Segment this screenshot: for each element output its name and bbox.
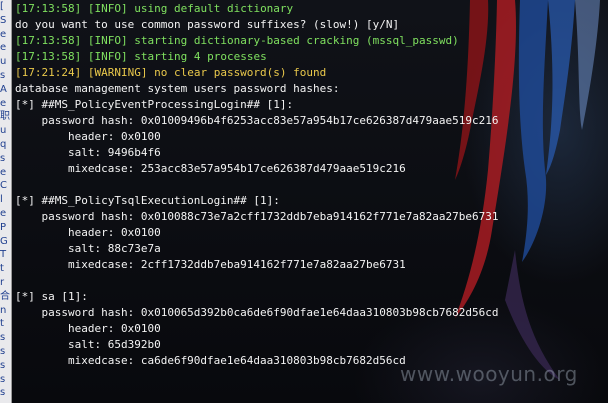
background-window-glyph: s: [0, 70, 6, 81]
background-window-glyph: s: [0, 359, 6, 371]
output-text: mixedcase: ca6de6f90dfae1e64daa310803b98…: [15, 354, 406, 367]
background-window-glyph: t: [0, 263, 4, 275]
terminal-line: salt: 88c73e7a: [15, 241, 605, 257]
terminal-line: [17:13:58] [INFO] starting dictionary-ba…: [15, 33, 605, 49]
output-text: [*] ##MS_PolicyEventProcessingLogin## [1…: [15, 98, 294, 111]
terminal-line: [*] sa [1]:: [15, 289, 605, 305]
background-window-glyph: u: [0, 125, 7, 137]
log-timestamp: [17:13:58]: [15, 2, 82, 15]
background-window-glyph: e: [0, 97, 7, 109]
background-window-glyph: 合: [0, 290, 10, 302]
log-message: starting dictionary-based cracking (mssq…: [134, 34, 459, 47]
terminal-line: password hash: 0x010088c73e7a2cff1732ddb…: [15, 209, 605, 225]
background-window-edge: [Se e u s Ae 职 u q s e Cl e P G Tt r 合 n t s s s s s: [0, 0, 12, 403]
background-window-glyph: [: [0, 1, 4, 12]
output-text: [*] ##MS_PolicyTsqlExecutionLogin## [1]:: [15, 194, 280, 207]
background-window-glyph: q: [0, 139, 7, 150]
terminal-line: mixedcase: 2cff1732ddb7eba914162f771e7a8…: [15, 257, 605, 273]
terminal-line: [*] ##MS_PolicyTsqlExecutionLogin## [1]:: [15, 193, 605, 209]
terminal-line: header: 0x0100: [15, 225, 605, 241]
terminal-line: header: 0x0100: [15, 129, 605, 145]
log-level-info: [INFO]: [87, 50, 128, 63]
background-window-glyph: e: [0, 28, 7, 40]
background-window-glyph: C: [0, 180, 7, 192]
background-window-glyph: S: [0, 14, 7, 26]
terminal-line: salt: 9496b4f6: [15, 145, 605, 161]
log-level-warning: [WARNING]: [87, 66, 148, 79]
watermark: www.wooyun.org: [400, 362, 578, 386]
background-window-glyph: T: [0, 249, 7, 261]
output-text: header: 0x0100: [15, 130, 161, 143]
background-window-glyph: s: [0, 387, 6, 399]
background-window-glyph: 职: [0, 111, 10, 123]
terminal-line: header: 0x0100: [15, 321, 605, 337]
output-text: do you want to use common password suffi…: [15, 18, 400, 31]
terminal-line: password hash: 0x01009496b4f6253acc83e57…: [15, 113, 605, 129]
background-window-glyph: u: [0, 56, 7, 68]
output-text: salt: 65d392b0: [15, 338, 161, 351]
terminal-line: [17:13:58] [INFO] using default dictiona…: [15, 1, 605, 17]
output-text: [*] sa [1]:: [15, 290, 88, 303]
background-window-glyph: l: [0, 194, 3, 206]
background-window-glyph: s: [0, 152, 6, 164]
output-text: password hash: 0x010088c73e7a2cff1732ddb…: [15, 210, 499, 223]
terminal-line: [17:21:24] [WARNING] no clear password(s…: [15, 65, 605, 81]
background-window-glyph: r: [0, 277, 5, 288]
output-text: password hash: 0x01009496b4f6253acc83e57…: [15, 114, 499, 127]
output-text: salt: 9496b4f6: [15, 146, 161, 159]
output-text: mixedcase: 2cff1732ddb7eba914162f771e7a8…: [15, 258, 406, 271]
terminal-line: [*] ##MS_PolicyEventProcessingLogin## [1…: [15, 97, 605, 113]
terminal-line: do you want to use common password suffi…: [15, 17, 605, 33]
background-window-glyph: n: [0, 304, 7, 316]
output-text: password hash: 0x010065d392b0ca6de6f90df…: [15, 306, 499, 319]
terminal-line: password hash: 0x010065d392b0ca6de6f90df…: [15, 305, 605, 321]
terminal-line: [17:13:58] [INFO] starting 4 processes: [15, 49, 605, 65]
background-window-glyph: e: [0, 166, 7, 178]
output-text: mixedcase: 253acc83e57a954b17ce626387d47…: [15, 162, 406, 175]
output-text: database management system users passwor…: [15, 82, 340, 95]
terminal-output[interactable]: [17:13:58] [INFO] using default dictiona…: [15, 1, 605, 373]
terminal-line: database management system users passwor…: [15, 81, 605, 97]
log-message: using default dictionary: [134, 2, 294, 15]
output-text: salt: 88c73e7a: [15, 242, 161, 255]
output-text: header: 0x0100: [15, 226, 161, 239]
background-window-glyph: e: [0, 42, 7, 54]
log-timestamp: [17:21:24]: [15, 66, 82, 79]
background-window-glyph: e: [0, 208, 7, 219]
background-window-glyph: s: [0, 332, 6, 344]
terminal-line: mixedcase: 253acc83e57a954b17ce626387d47…: [15, 161, 605, 177]
log-message: no clear password(s) found: [154, 66, 327, 79]
background-window-glyph: s: [0, 346, 6, 357]
log-timestamp: [17:13:58]: [15, 50, 82, 63]
background-window-glyph: G: [0, 235, 8, 247]
log-level-info: [INFO]: [87, 2, 128, 15]
background-window-glyph: A: [0, 83, 7, 95]
background-window-glyph: P: [0, 221, 7, 233]
log-level-info: [INFO]: [87, 34, 128, 47]
background-window-glyph: s: [0, 373, 6, 385]
background-window-glyph: t: [0, 318, 4, 330]
log-message: starting 4 processes: [134, 50, 267, 63]
output-text: header: 0x0100: [15, 322, 161, 335]
terminal-line: salt: 65d392b0: [15, 337, 605, 353]
log-timestamp: [17:13:58]: [15, 34, 82, 47]
